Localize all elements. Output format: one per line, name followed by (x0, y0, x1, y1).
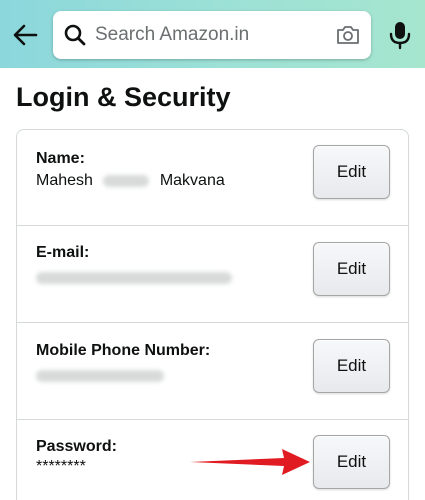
red-arrow-annotation (190, 449, 310, 475)
back-button[interactable] (10, 20, 40, 50)
email-row: E-mail: Edit (17, 226, 408, 323)
camera-icon[interactable] (335, 22, 361, 48)
name-edit-button[interactable]: Edit (313, 145, 390, 199)
name-value: Mahesh Makvana (36, 172, 225, 190)
email-edit-button[interactable]: Edit (313, 242, 390, 296)
mobile-phone-value (36, 367, 164, 385)
first-name: Mahesh (36, 172, 93, 189)
email-label: E-mail: (36, 244, 90, 261)
search-input[interactable] (95, 19, 325, 51)
top-header (0, 0, 425, 68)
mobile-phone-row: Mobile Phone Number: Edit (17, 323, 408, 420)
name-label: Name: (36, 150, 85, 167)
password-edit-button[interactable]: Edit (313, 435, 390, 489)
page-title: Login & Security (16, 82, 231, 112)
email-value (36, 269, 232, 287)
mobile-phone-edit-button[interactable]: Edit (313, 339, 390, 393)
search-icon[interactable] (63, 23, 87, 47)
password-value: ******** (36, 458, 86, 475)
mobile-phone-label: Mobile Phone Number: (36, 342, 211, 359)
password-label: Password: (36, 438, 117, 455)
last-name: Makvana (159, 172, 225, 189)
redacted-phone (36, 369, 164, 382)
redacted-middle-name (103, 174, 150, 187)
redacted-email (36, 271, 232, 284)
search-bar[interactable] (53, 11, 371, 59)
arrow-left-icon (13, 24, 38, 46)
name-row: Name: Mahesh Makvana Edit (17, 130, 408, 226)
microphone-icon[interactable] (386, 20, 414, 50)
